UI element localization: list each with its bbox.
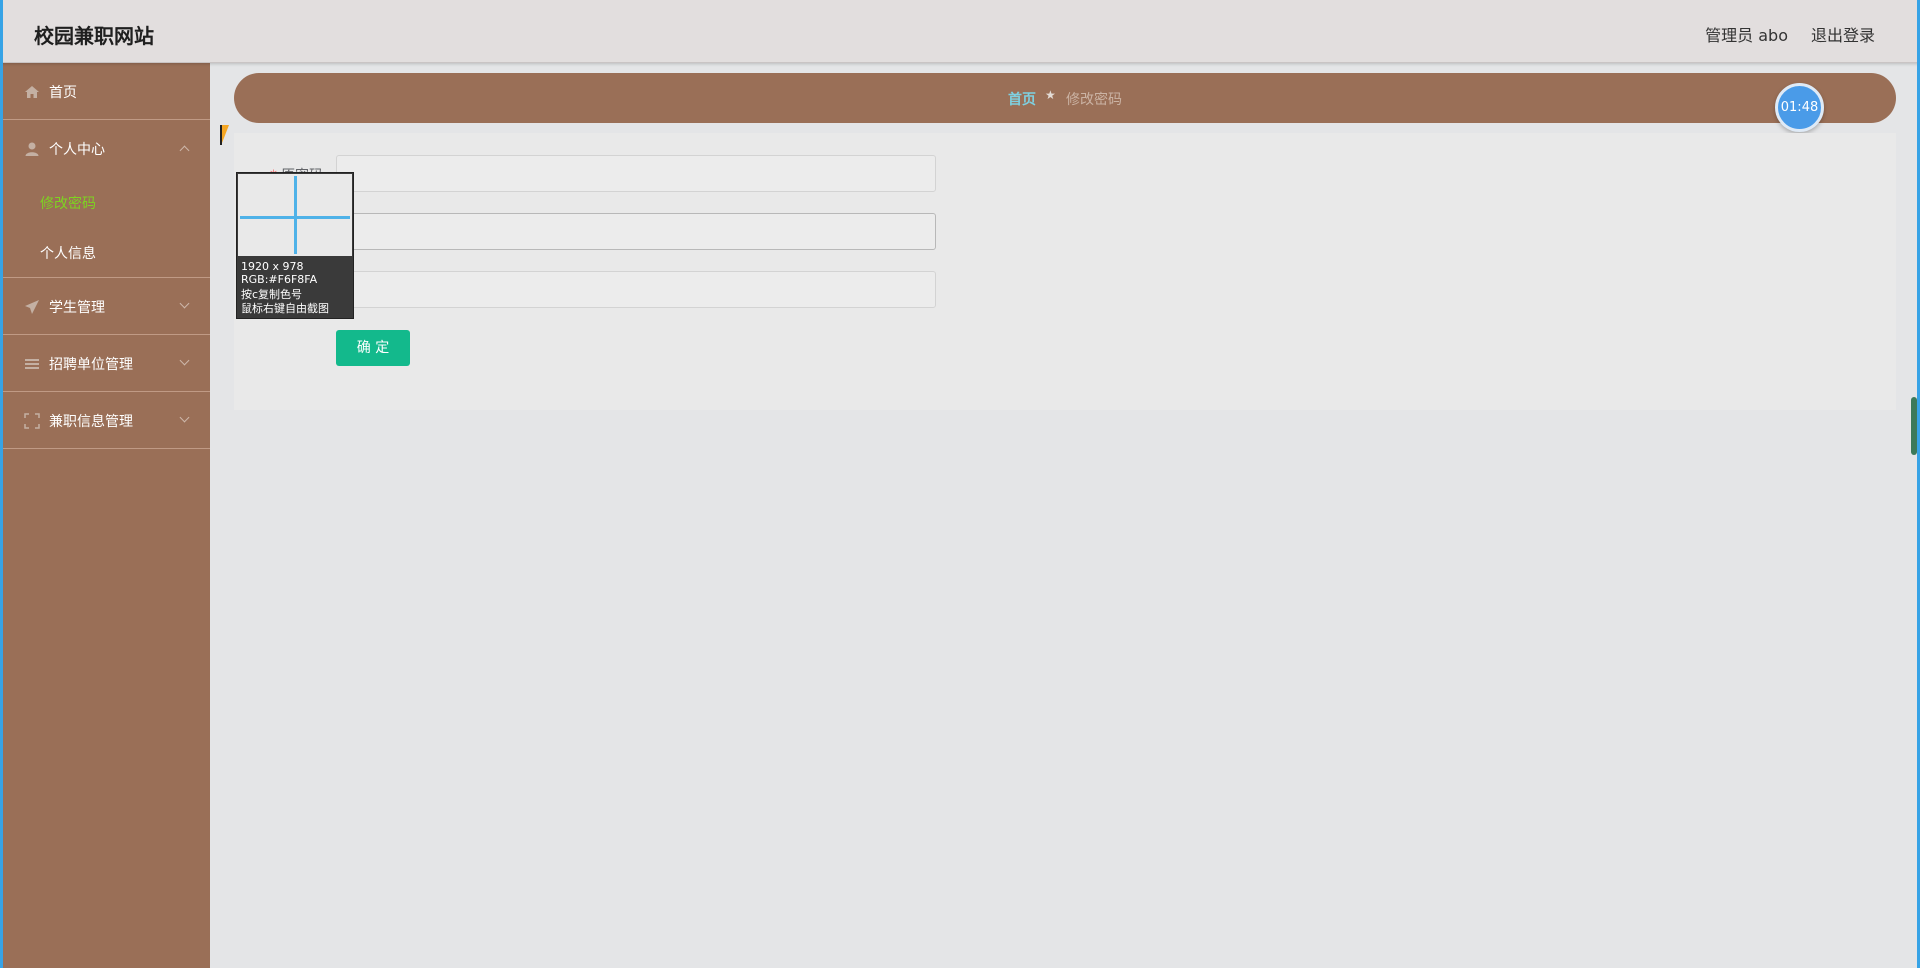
picker-dimensions: 1920 x 978: [241, 260, 304, 273]
sidebar-item-home[interactable]: 首页: [0, 63, 210, 120]
top-navbar: 校园兼职网站 管理员 abo 退出登录: [0, 0, 1920, 63]
current-user-label: 管理员 abo: [1705, 26, 1788, 45]
sidebar-item-label: 个人中心: [49, 142, 105, 158]
sidebar-item-employer-management[interactable]: 招聘单位管理: [0, 335, 210, 392]
window-frame-left: [0, 0, 3, 968]
sidebar-item-student-management[interactable]: 学生管理: [0, 278, 210, 335]
site-title: 校园兼职网站: [34, 24, 154, 48]
submit-button[interactable]: 确 定: [336, 330, 410, 366]
scrollbar-thumb[interactable]: [1911, 397, 1917, 455]
list-icon: [24, 356, 40, 372]
chevron-down-icon: [179, 355, 190, 366]
breadcrumb-separator-icon: ★: [1045, 88, 1056, 102]
sidebar-item-parttime-management[interactable]: 兼职信息管理: [0, 392, 210, 449]
sidebar-menu: 首页 个人中心 修改密码 个人信息 学生管理 招聘单位管理 兼职信息管理: [0, 63, 210, 968]
breadcrumb-current: 修改密码: [1066, 92, 1122, 108]
color-picker-overlay: 1920 x 978 RGB:#F6F8FA 按c复制色号 鼠标右键自由截图: [236, 172, 354, 319]
old-password-input[interactable]: [336, 155, 936, 192]
change-password-form: *原密码 确 定: [234, 133, 1896, 410]
sidebar-item-personal-center[interactable]: 个人中心: [0, 120, 210, 177]
color-preview-swatch: [238, 174, 352, 256]
sidebar-subitem-change-password[interactable]: 修改密码: [0, 177, 210, 227]
sidebar-subitem-label: 修改密码: [40, 196, 96, 212]
sidebar-group-personal-center: 个人中心 修改密码 个人信息: [0, 120, 210, 278]
mouse-cursor-icon: [220, 125, 229, 145]
send-icon: [24, 299, 40, 315]
sidebar-item-label: 首页: [49, 85, 77, 101]
sidebar-item-label: 招聘单位管理: [49, 357, 133, 373]
sidebar-subitem-label: 个人信息: [40, 246, 96, 262]
chevron-down-icon: [179, 298, 190, 309]
sidebar-item-label: 兼职信息管理: [49, 414, 133, 430]
confirm-password-input[interactable]: [336, 271, 936, 308]
picker-rgb-value: RGB:#F6F8FA: [241, 273, 318, 286]
new-password-input[interactable]: [336, 213, 936, 250]
picker-screenshot-hint: 鼠标右键自由截图: [241, 302, 329, 315]
expand-icon: [24, 413, 40, 429]
chevron-down-icon: [179, 412, 190, 423]
chevron-up-icon: [179, 145, 190, 156]
home-icon: [24, 84, 40, 100]
clock-badge[interactable]: 01:48: [1775, 83, 1824, 132]
breadcrumb: 首页 ★ 修改密码: [234, 73, 1896, 123]
user-icon: [24, 141, 40, 157]
logout-link[interactable]: 退出登录: [1811, 22, 1875, 46]
sidebar-subitem-personal-info[interactable]: 个人信息: [0, 227, 210, 277]
sidebar-item-label: 学生管理: [49, 300, 105, 316]
breadcrumb-home-link[interactable]: 首页: [1008, 89, 1036, 109]
